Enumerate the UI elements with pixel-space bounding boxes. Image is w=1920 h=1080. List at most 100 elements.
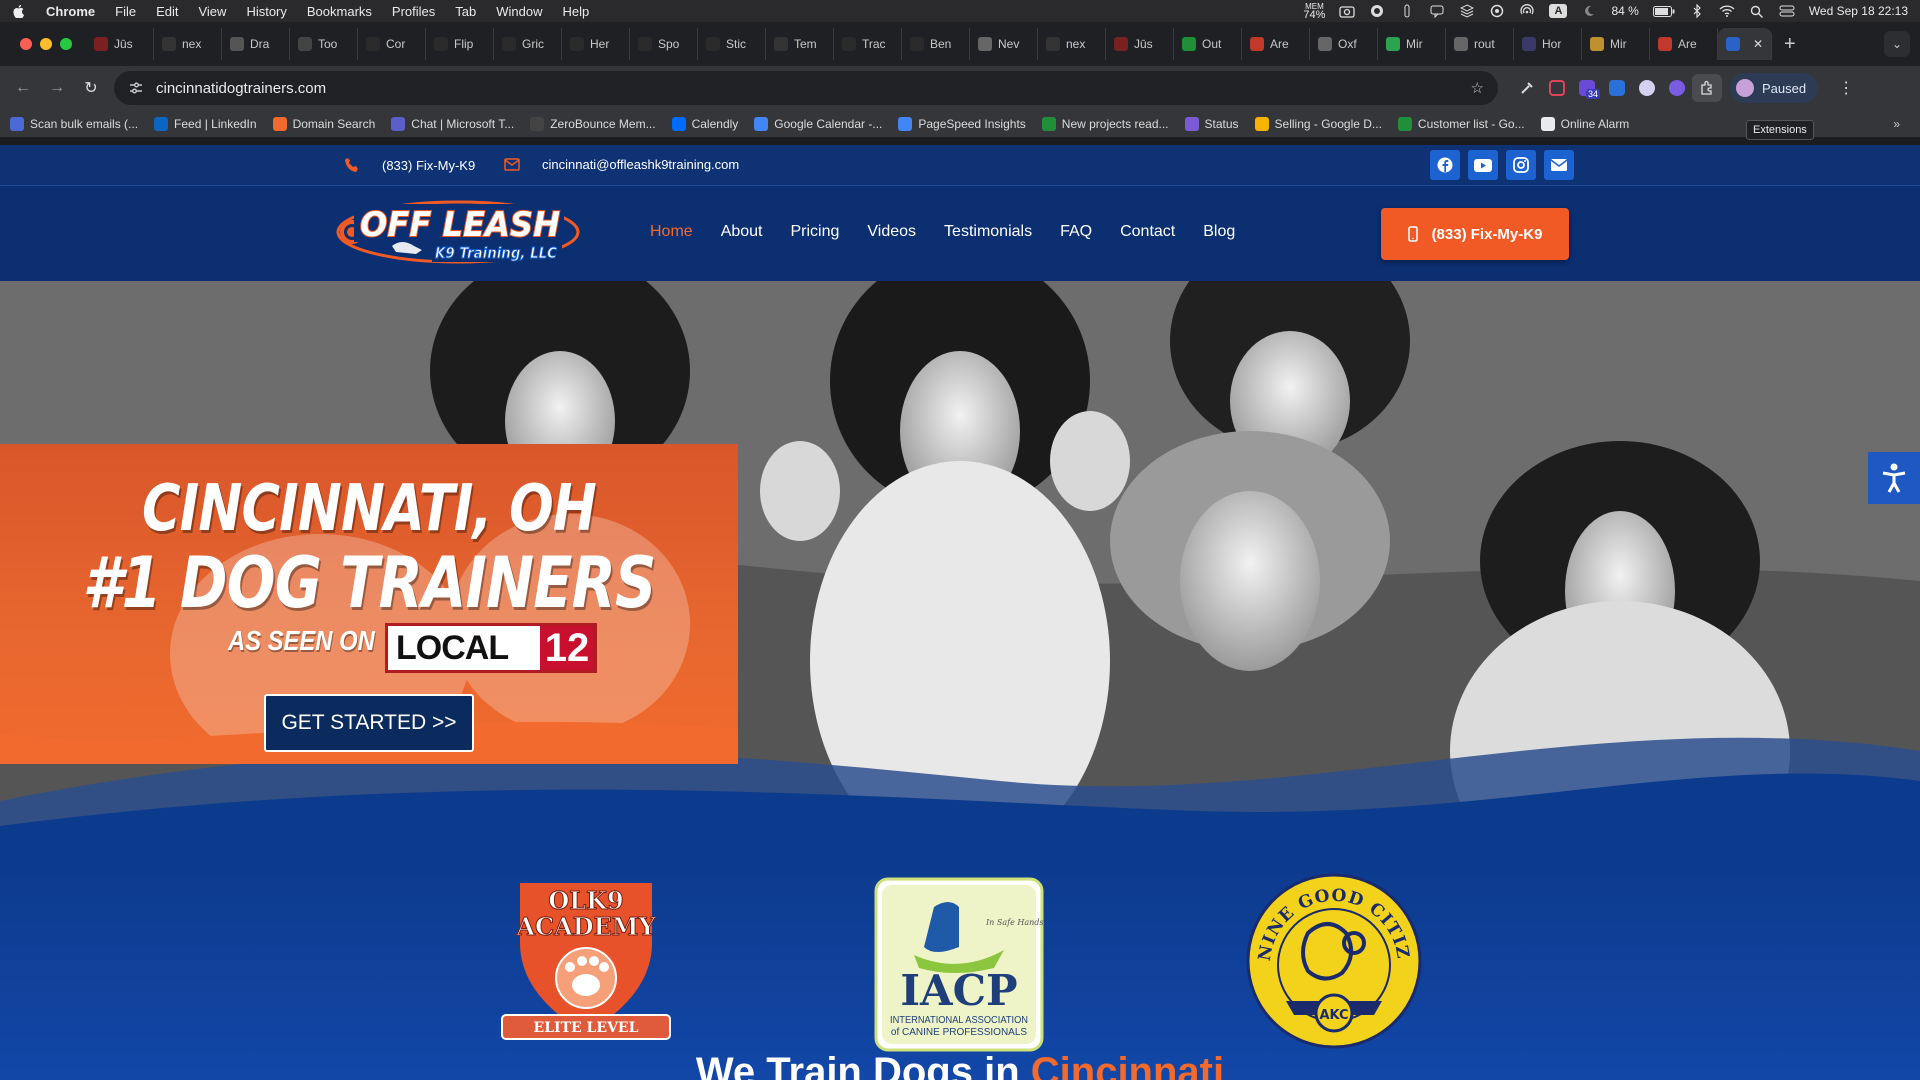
instagram-icon[interactable]	[1506, 150, 1536, 180]
browser-tab[interactable]: Tem	[766, 28, 834, 60]
browser-tab[interactable]: Stic	[698, 28, 766, 60]
close-window-button[interactable]	[20, 38, 32, 50]
facebook-icon[interactable]	[1430, 150, 1460, 180]
browser-tab[interactable]: Too	[290, 28, 358, 60]
browser-tab[interactable]: nex	[154, 28, 222, 60]
browser-tab[interactable]: Mir	[1582, 28, 1650, 60]
input-source-icon[interactable]: A	[1549, 4, 1568, 18]
screenshot-icon[interactable]	[1339, 4, 1356, 18]
browser-tab[interactable]: rout	[1446, 28, 1514, 60]
browser-tab[interactable]: Hor	[1514, 28, 1582, 60]
get-started-button[interactable]: GET STARTED >>	[264, 694, 474, 752]
extensions-puzzle-icon[interactable]	[1692, 74, 1722, 102]
battery-icon[interactable]	[1652, 4, 1675, 18]
menu-bookmarks[interactable]: Bookmarks	[307, 4, 372, 19]
bookmark-item[interactable]: New projects read...	[1041, 116, 1169, 131]
bookmark-star-icon[interactable]: ☆	[1471, 79, 1484, 97]
moon-icon[interactable]	[1581, 4, 1597, 18]
browser-tab[interactable]: Oxf	[1310, 28, 1378, 60]
airdrop-icon[interactable]	[1519, 4, 1535, 18]
menu-history[interactable]: History	[246, 4, 286, 19]
pen-icon[interactable]	[1399, 4, 1415, 18]
extension-badge-icon[interactable]: 34	[1572, 80, 1602, 99]
extension-red-icon[interactable]	[1542, 80, 1572, 96]
extension-chrome-icon[interactable]	[1632, 80, 1662, 96]
menu-file[interactable]: File	[115, 4, 136, 19]
bookmark-item[interactable]: Status	[1184, 116, 1239, 131]
memory-status[interactable]: MEM 74%	[1303, 2, 1325, 21]
menu-profiles[interactable]: Profiles	[392, 4, 435, 19]
browser-tab[interactable]: Jūs	[86, 28, 154, 60]
nav-pricing[interactable]: Pricing	[791, 223, 840, 241]
nav-home[interactable]: Home	[650, 223, 693, 241]
off-leash-logo[interactable]: OFF LEASH K9 Training, LLC	[336, 196, 590, 274]
top-email[interactable]: cincinnati@offleashk9training.com	[504, 157, 739, 172]
tab-search-button[interactable]: ⌄	[1884, 31, 1910, 57]
reload-icon[interactable]: ↻	[74, 78, 108, 98]
bookmark-item[interactable]: Customer list - Go...	[1397, 116, 1525, 131]
wifi-icon[interactable]	[1719, 4, 1735, 18]
bookmarks-overflow-icon[interactable]: »	[1893, 117, 1900, 131]
bookmark-item[interactable]: PageSpeed Insights	[898, 116, 1026, 131]
nav-testimonials[interactable]: Testimonials	[944, 223, 1032, 241]
bookmark-item[interactable]: Chat | Microsoft T...	[391, 116, 514, 131]
tab-active[interactable]: ✕	[1718, 28, 1772, 60]
bookmark-item[interactable]: Feed | LinkedIn	[154, 116, 257, 131]
accessibility-widget-button[interactable]	[1868, 452, 1920, 504]
browser-tab[interactable]: Spo	[630, 28, 698, 60]
browser-menu-icon[interactable]: ⋮	[1838, 78, 1854, 98]
bookmark-item[interactable]: Domain Search	[272, 116, 375, 131]
nav-about[interactable]: About	[721, 223, 763, 241]
menu-help[interactable]: Help	[563, 4, 590, 19]
chat-icon[interactable]	[1429, 4, 1445, 18]
browser-tab[interactable]: Are	[1242, 28, 1310, 60]
extension-blue-icon[interactable]	[1602, 80, 1632, 96]
menu-app-name[interactable]: Chrome	[46, 4, 95, 19]
bookmark-item[interactable]: ZeroBounce Mem...	[530, 116, 656, 131]
browser-tab[interactable]: Dra	[222, 28, 290, 60]
menubar-clock[interactable]: Wed Sep 18 22:13	[1809, 4, 1908, 18]
bookmark-item[interactable]: Online Alarm	[1540, 116, 1629, 131]
top-phone[interactable]: (833) Fix-My-K9	[344, 157, 475, 173]
menu-tab[interactable]: Tab	[455, 4, 476, 19]
forward-arrow-icon[interactable]: →	[40, 79, 74, 97]
bookmark-item[interactable]: Google Calendar -...	[754, 116, 882, 131]
browser-tab[interactable]: Trac	[834, 28, 902, 60]
olk9-academy-badge[interactable]: OLK9 ACADEMY ELITE LEVEL	[500, 873, 672, 1043]
back-arrow-icon[interactable]: ←	[6, 79, 40, 97]
bookmark-item[interactable]: Scan bulk emails (...	[10, 116, 138, 131]
browser-tab[interactable]: Cor	[358, 28, 426, 60]
browser-tab[interactable]: nex	[1038, 28, 1106, 60]
layers-icon[interactable]	[1459, 4, 1475, 18]
control-center-icon[interactable]	[1779, 4, 1795, 18]
email-social-icon[interactable]	[1544, 150, 1574, 180]
bluetooth-icon[interactable]	[1689, 4, 1705, 18]
browser-tab[interactable]: Out	[1174, 28, 1242, 60]
eyedropper-extension-icon[interactable]	[1512, 80, 1542, 96]
bookmark-item[interactable]: Selling - Google D...	[1254, 116, 1382, 131]
extension-purple-icon[interactable]	[1662, 80, 1692, 96]
nav-videos[interactable]: Videos	[867, 223, 916, 241]
site-info-icon[interactable]	[128, 80, 144, 96]
grammarly-icon[interactable]	[1369, 4, 1385, 18]
browser-tab[interactable]: Nev	[970, 28, 1038, 60]
profile-button[interactable]: Paused	[1730, 73, 1819, 103]
battery-percent[interactable]: 84 %	[1611, 4, 1638, 18]
browser-tab[interactable]: Flip	[426, 28, 494, 60]
browser-tab[interactable]: Ben	[902, 28, 970, 60]
browser-tab[interactable]: Her	[562, 28, 630, 60]
zoom-window-button[interactable]	[60, 38, 72, 50]
nav-contact[interactable]: Contact	[1120, 223, 1175, 241]
spotlight-search-icon[interactable]	[1749, 4, 1765, 18]
menu-window[interactable]: Window	[496, 4, 542, 19]
tab-close-icon[interactable]: ✕	[1753, 37, 1763, 51]
bookmark-item[interactable]: Calendly	[671, 116, 738, 131]
apple-icon[interactable]	[12, 4, 26, 18]
nav-faq[interactable]: FAQ	[1060, 223, 1092, 241]
openai-icon[interactable]	[1489, 4, 1505, 18]
browser-tab[interactable]: Gric	[494, 28, 562, 60]
call-button[interactable]: (833) Fix-My-K9	[1381, 208, 1569, 260]
browser-tab[interactable]: Jūs	[1106, 28, 1174, 60]
menu-edit[interactable]: Edit	[156, 4, 178, 19]
menu-view[interactable]: View	[198, 4, 226, 19]
